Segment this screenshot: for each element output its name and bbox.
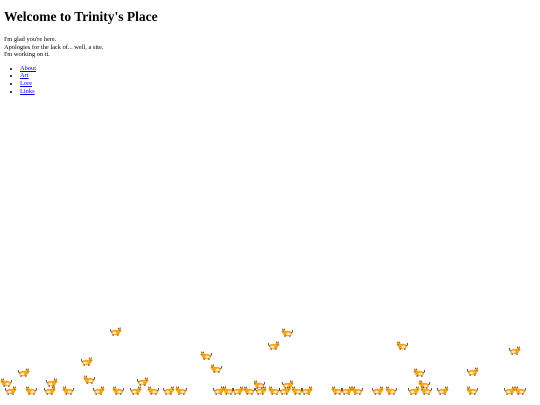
cat-critter-icon bbox=[200, 351, 212, 360]
cat-critter-icon bbox=[253, 380, 265, 389]
cat-critter-icon bbox=[137, 377, 149, 386]
cat-critter-icon bbox=[147, 386, 159, 395]
cat-critter-icon bbox=[351, 386, 363, 395]
cat-critter-icon bbox=[291, 386, 303, 395]
nav-item-links: Links bbox=[20, 88, 158, 96]
cat-critter-icon bbox=[0, 378, 12, 387]
cat-critter-icon bbox=[331, 386, 343, 395]
cat-critter-icon bbox=[268, 341, 280, 350]
cat-critter-icon bbox=[385, 386, 397, 395]
cat-critter-icon bbox=[504, 386, 516, 395]
intro-line: I'm glad you're here. bbox=[4, 36, 57, 43]
cat-critter-icon bbox=[81, 357, 93, 366]
cat-critter-icon bbox=[175, 386, 187, 395]
nav-item-about: About bbox=[20, 65, 158, 73]
cat-critter-icon bbox=[466, 386, 478, 395]
cat-critter-icon bbox=[222, 386, 234, 395]
cat-critter-icon bbox=[44, 386, 56, 395]
cat-critter-icon bbox=[279, 386, 291, 395]
cat-critter-icon bbox=[282, 380, 294, 389]
cat-critter-icon bbox=[213, 386, 225, 395]
cat-critter-icon bbox=[341, 386, 353, 395]
cat-critter-icon bbox=[437, 386, 449, 395]
cat-critter-icon bbox=[418, 380, 430, 389]
cat-critter-icon bbox=[83, 375, 95, 384]
intro-line: I'm working on it. bbox=[4, 51, 50, 59]
nav-item-lore: Lore bbox=[20, 80, 158, 88]
page-title: Welcome to Trinity's Place bbox=[4, 9, 158, 24]
cat-critter-icon bbox=[210, 364, 222, 373]
cat-critter-icon bbox=[255, 386, 267, 395]
cat-critter-icon bbox=[420, 386, 432, 395]
cat-critter-icon bbox=[62, 386, 74, 395]
cat-critter-icon bbox=[130, 386, 142, 395]
nav-link-art[interactable]: Art bbox=[20, 72, 29, 79]
cat-critter-icon bbox=[467, 367, 479, 376]
intro-line: Apologies for the lack of... well, a sit… bbox=[4, 43, 104, 51]
cat-critter-icon bbox=[93, 386, 105, 395]
cat-critter-icon bbox=[25, 386, 37, 395]
cat-critter-icon bbox=[232, 386, 244, 395]
cat-critter-icon bbox=[163, 386, 175, 395]
nav-link-about[interactable]: About bbox=[20, 65, 36, 72]
main-content: Welcome to Trinity's Place I'm glad you'… bbox=[4, 0, 158, 96]
cat-critter-icon bbox=[268, 386, 280, 395]
cat-critter-icon bbox=[243, 386, 255, 395]
cat-critter-icon bbox=[396, 341, 408, 350]
nav-link-links[interactable]: Links bbox=[20, 88, 35, 95]
intro-text: I'm glad you're here. Apologies for the … bbox=[4, 36, 158, 59]
cat-critter-icon bbox=[18, 368, 30, 377]
cat-critter-icon bbox=[514, 386, 526, 395]
cat-critter-icon bbox=[46, 378, 58, 387]
cat-critter-icon bbox=[413, 368, 425, 377]
nav-list: About Art Lore Links bbox=[4, 65, 158, 96]
cat-critter-icon bbox=[301, 386, 313, 395]
cat-critter-icon bbox=[5, 386, 17, 395]
cat-critter-icon bbox=[509, 346, 521, 355]
nav-item-art: Art bbox=[20, 72, 158, 80]
cat-critter-icon bbox=[110, 327, 122, 336]
cat-critter-icon bbox=[281, 328, 293, 337]
cat-critter-icon bbox=[112, 386, 124, 395]
cat-critter-icon bbox=[408, 386, 420, 395]
nav-link-lore[interactable]: Lore bbox=[20, 80, 32, 87]
cat-critter-icon bbox=[372, 386, 384, 395]
